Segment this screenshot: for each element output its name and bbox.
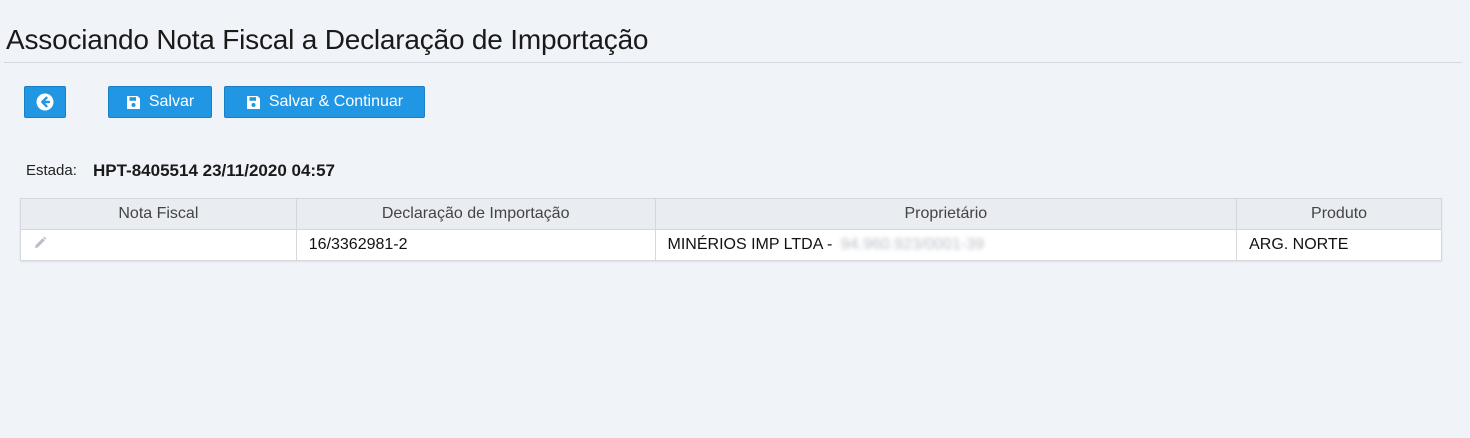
proprietario-document: 94.960.923/0001-39 (840, 236, 984, 253)
cell-declaracao: 16/3362981-2 (296, 229, 656, 261)
column-header-proprietario[interactable]: Proprietário (655, 198, 1238, 230)
association-table: Nota Fiscal Declaração de Importação Pro… (20, 198, 1442, 261)
save-button[interactable]: Salvar (108, 86, 212, 118)
cell-proprietario: MINÉRIOS IMP LTDA - 94.960.923/0001-39 (655, 229, 1238, 261)
back-button[interactable] (24, 86, 66, 118)
table-row[interactable]: 16/3362981-2 MINÉRIOS IMP LTDA - 94.960.… (20, 229, 1442, 261)
page-title: Associando Nota Fiscal a Declaração de I… (6, 24, 649, 55)
estada-value: HPT-8405514 23/11/2020 04:57 (93, 161, 335, 180)
title-divider (4, 62, 1462, 63)
arrow-left-circle-icon (36, 93, 54, 111)
save-continue-button-label: Salvar & Continuar (268, 93, 404, 110)
column-header-nota-fiscal[interactable]: Nota Fiscal (20, 198, 297, 230)
column-header-produto[interactable]: Produto (1236, 198, 1442, 230)
cell-nota-fiscal[interactable] (20, 229, 297, 261)
table-header-row: Nota Fiscal Declaração de Importação Pro… (20, 198, 1442, 230)
cell-produto: ARG. NORTE (1236, 229, 1442, 261)
proprietario-name: MINÉRIOS IMP LTDA - (667, 236, 833, 253)
column-header-declaracao[interactable]: Declaração de Importação (296, 198, 656, 230)
estada-label: Estada: (26, 162, 77, 179)
save-button-label: Salvar (148, 93, 195, 110)
floppy-disk-icon (126, 95, 141, 110)
save-continue-button[interactable]: Salvar & Continuar (224, 86, 425, 118)
pencil-icon[interactable] (33, 236, 47, 255)
floppy-disk-icon (246, 95, 261, 110)
